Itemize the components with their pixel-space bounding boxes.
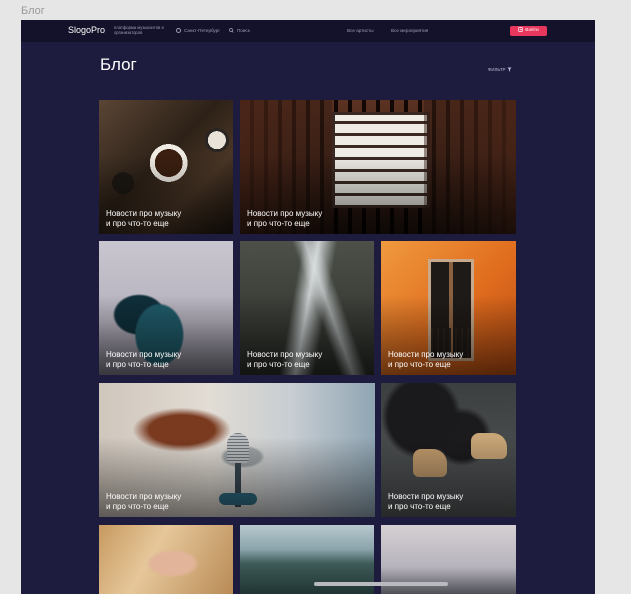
location-pin-icon — [176, 28, 181, 34]
blog-card[interactable]: Новости про музыку и про что-то еще — [99, 383, 375, 517]
app-frame: SlogoPro платформа музыкантов и организа… — [21, 20, 595, 594]
blog-card[interactable]: Новости про музыку и про что-то еще — [99, 241, 233, 375]
nav-all-artists[interactable]: Все артисты — [347, 28, 374, 33]
horizontal-scrollbar[interactable] — [314, 582, 448, 586]
search-input[interactable]: Поиск — [229, 28, 250, 34]
card-caption: Новости про музыку и про что-то еще — [106, 350, 182, 369]
frame-label: Блог — [21, 5, 45, 17]
card-caption: Новости про музыку и про что-то еще — [247, 209, 323, 228]
page-title: Блог — [100, 55, 137, 74]
blog-card[interactable] — [99, 525, 233, 594]
brand-logo[interactable]: SlogoPro — [68, 25, 105, 35]
card-caption: Новости про музыку и про что-то еще — [106, 492, 182, 511]
filter-funnel-icon — [507, 67, 512, 72]
blog-card[interactable]: Новости про музыку и про что-то еще — [381, 241, 516, 375]
login-icon — [518, 27, 524, 33]
blog-card[interactable]: Новости про музыку и про что-то еще — [99, 100, 233, 234]
blog-card[interactable]: Новости про музыку и про что-то еще — [240, 100, 516, 234]
blog-card[interactable]: Новости про музыку и про что-то еще — [240, 241, 374, 375]
card-caption: Новости про музыку и про что-то еще — [106, 209, 182, 228]
city-label: Санкт-Петербург — [184, 28, 221, 33]
card-caption: Новости про музыку и про что-то еще — [388, 350, 464, 369]
search-icon — [229, 28, 234, 34]
login-button[interactable]: Войти — [510, 26, 547, 36]
card-caption: Новости про музыку и про что-то еще — [247, 350, 323, 369]
filter-label: ФИЛЬТР — [488, 67, 506, 72]
search-placeholder: Поиск — [237, 28, 250, 33]
login-label: Войти — [525, 28, 539, 33]
blog-card[interactable]: Новости про музыку и про что-то еще — [381, 383, 516, 517]
brand-tagline: платформа музыкантов и организаторов — [114, 25, 164, 35]
nav-all-events[interactable]: Все мероприятия — [391, 28, 428, 33]
city-selector[interactable]: Санкт-Петербург — [176, 28, 221, 34]
card-caption: Новости про музыку и про что-то еще — [388, 492, 464, 511]
top-navigation-bar: SlogoPro платформа музыкантов и организа… — [21, 20, 595, 42]
filter-button[interactable]: ФИЛЬТР — [488, 67, 512, 72]
